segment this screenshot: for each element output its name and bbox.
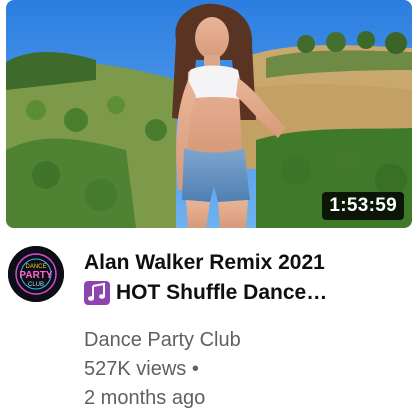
video-title-text: HOT Shuffle Dance… — [116, 281, 328, 304]
view-count: 527K views • — [84, 355, 414, 384]
view-count-text: 527K views — [84, 358, 187, 380]
channel-avatar[interactable]: DANCE PARTY CLUB — [8, 246, 64, 302]
avatar-text-line3: CLUB — [28, 282, 44, 288]
video-duration-badge: 1:53:59 — [322, 192, 404, 220]
channel-avatar-image: DANCE PARTY CLUB — [8, 246, 64, 302]
video-title-line2[interactable]: HOT Shuffle Dance… — [84, 278, 374, 308]
video-metadata: Alan Walker Remix 2021 HOT Shuffle Dance… — [84, 248, 414, 413]
video-title-line1[interactable]: Alan Walker Remix 2021 — [84, 248, 374, 278]
meta-separator: • — [191, 358, 199, 380]
video-thumbnail[interactable]: 1:53:59 — [6, 0, 412, 228]
channel-name[interactable]: Dance Party Club — [84, 326, 414, 355]
avatar-text-line2: PARTY — [19, 270, 52, 281]
music-notes-icon — [84, 281, 110, 305]
upload-age: 2 months ago — [84, 387, 206, 409]
